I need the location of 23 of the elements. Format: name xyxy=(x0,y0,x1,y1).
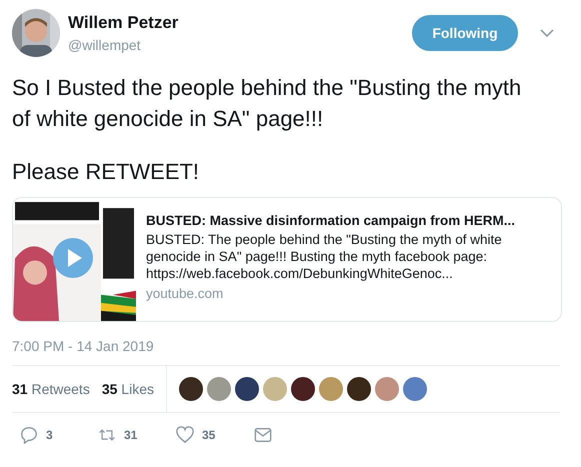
card-description: BUSTED: The people behind the "Busting the myth of white genocide in SA" page!!! Busting the myth facebook page: https://web.facebook.com/DebunkingWhiteGenoc... xyxy=(146,231,503,282)
tweet-text: Please RETWEET! xyxy=(12,158,200,186)
link-card[interactable] xyxy=(12,197,562,322)
card-domain: youtube.com xyxy=(146,285,224,302)
heart-icon[interactable] xyxy=(176,426,194,444)
stat-count[interactable]: 31 Retweets xyxy=(12,381,90,397)
avatar[interactable] xyxy=(290,377,315,401)
avatar[interactable] xyxy=(346,377,371,401)
card-title: BUSTED: Massive disinformation campaign from HERM... xyxy=(146,212,516,229)
action-count: 31 xyxy=(124,428,138,442)
timestamp: 7:00 PM - 14 Jan 2019 xyxy=(12,338,560,366)
envelope-icon[interactable] xyxy=(254,426,272,444)
action-count: 3 xyxy=(46,428,53,442)
author-name: Willem Petzer xyxy=(68,13,180,33)
reply-icon[interactable] xyxy=(20,426,38,444)
chevron-down-icon[interactable] xyxy=(540,29,554,37)
stat-count[interactable]: 35 Likes xyxy=(102,381,154,397)
play-icon[interactable] xyxy=(53,238,93,278)
avatar[interactable] xyxy=(178,377,203,401)
tweet-text: So I Busted the people behind the "Busting the myth of white genocide in SA" page!!! xyxy=(12,74,522,133)
avatar[interactable] xyxy=(234,377,259,401)
author-handle: @willempet xyxy=(68,37,142,53)
action-count: 35 xyxy=(202,428,216,442)
